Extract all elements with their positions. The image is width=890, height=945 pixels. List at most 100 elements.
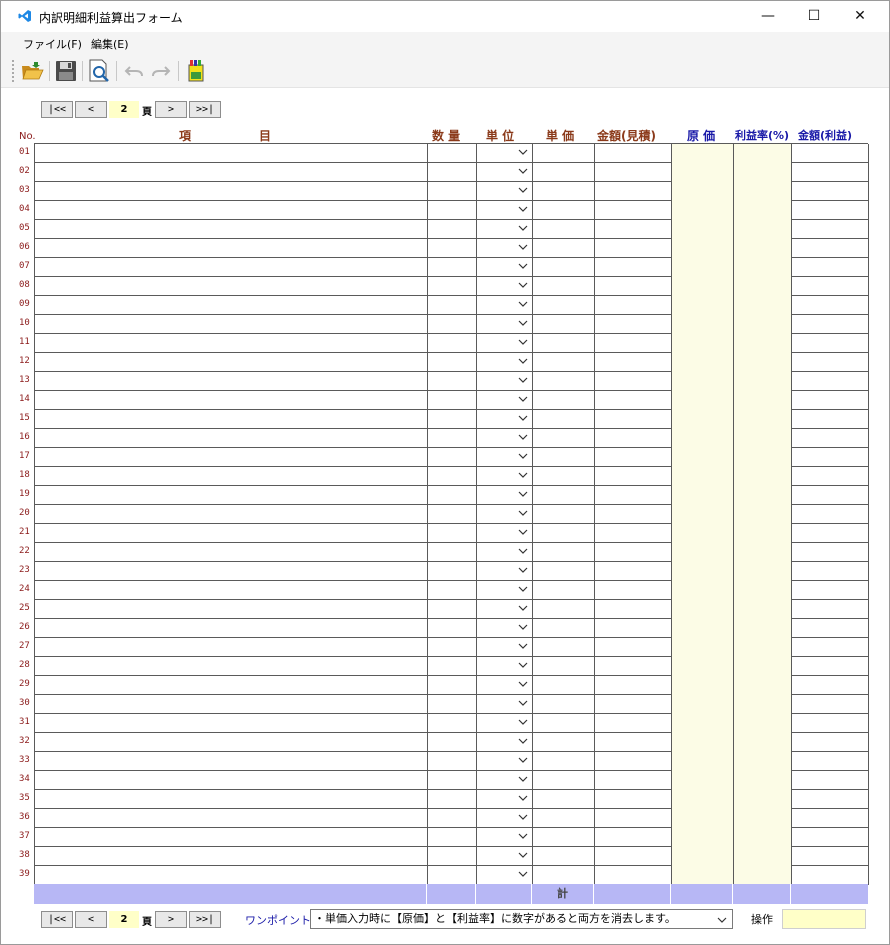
quantity-cell[interactable] (428, 828, 477, 847)
amount-estimate-cell[interactable] (595, 657, 672, 676)
cost-cell[interactable] (672, 828, 734, 847)
quantity-cell[interactable] (428, 163, 477, 182)
profit-rate-cell[interactable] (734, 600, 792, 619)
item-cell[interactable] (35, 182, 428, 201)
cost-cell[interactable] (672, 239, 734, 258)
profit-rate-cell[interactable] (734, 220, 792, 239)
cost-cell[interactable] (672, 315, 734, 334)
profit-rate-cell[interactable] (734, 505, 792, 524)
unit-dropdown[interactable] (477, 239, 533, 258)
amount-profit-cell[interactable] (792, 619, 869, 638)
item-cell[interactable] (35, 467, 428, 486)
cost-cell[interactable] (672, 714, 734, 733)
item-cell[interactable] (35, 410, 428, 429)
item-cell[interactable] (35, 847, 428, 866)
unit-price-cell[interactable] (533, 448, 595, 467)
amount-estimate-cell[interactable] (595, 543, 672, 562)
amount-profit-cell[interactable] (792, 486, 869, 505)
quantity-cell[interactable] (428, 524, 477, 543)
prev-page-button[interactable]: < (75, 911, 107, 928)
profit-rate-cell[interactable] (734, 619, 792, 638)
item-cell[interactable] (35, 144, 428, 163)
cost-cell[interactable] (672, 752, 734, 771)
unit-price-cell[interactable] (533, 144, 595, 163)
quantity-cell[interactable] (428, 258, 477, 277)
amount-estimate-cell[interactable] (595, 296, 672, 315)
item-cell[interactable] (35, 505, 428, 524)
profit-rate-cell[interactable] (734, 448, 792, 467)
first-page-button[interactable]: |<< (41, 911, 73, 928)
quantity-cell[interactable] (428, 410, 477, 429)
amount-profit-cell[interactable] (792, 315, 869, 334)
unit-dropdown[interactable] (477, 201, 533, 220)
amount-profit-cell[interactable] (792, 809, 869, 828)
page-number-field[interactable]: 2 (109, 101, 139, 118)
unit-dropdown[interactable] (477, 695, 533, 714)
unit-price-cell[interactable] (533, 524, 595, 543)
amount-estimate-cell[interactable] (595, 600, 672, 619)
item-cell[interactable] (35, 638, 428, 657)
cost-cell[interactable] (672, 163, 734, 182)
item-cell[interactable] (35, 524, 428, 543)
cost-cell[interactable] (672, 410, 734, 429)
quantity-cell[interactable] (428, 391, 477, 410)
profit-rate-cell[interactable] (734, 163, 792, 182)
maximize-button[interactable]: ☐ (791, 1, 837, 32)
amount-profit-cell[interactable] (792, 144, 869, 163)
item-cell[interactable] (35, 600, 428, 619)
quantity-cell[interactable] (428, 144, 477, 163)
unit-price-cell[interactable] (533, 733, 595, 752)
amount-estimate-cell[interactable] (595, 828, 672, 847)
unit-dropdown[interactable] (477, 657, 533, 676)
unit-price-cell[interactable] (533, 163, 595, 182)
unit-dropdown[interactable] (477, 429, 533, 448)
cost-cell[interactable] (672, 258, 734, 277)
unit-price-cell[interactable] (533, 828, 595, 847)
unit-price-cell[interactable] (533, 847, 595, 866)
item-cell[interactable] (35, 353, 428, 372)
quantity-cell[interactable] (428, 600, 477, 619)
unit-dropdown[interactable] (477, 562, 533, 581)
toolbar-grip[interactable] (12, 60, 14, 82)
cost-cell[interactable] (672, 353, 734, 372)
profit-rate-cell[interactable] (734, 239, 792, 258)
unit-price-cell[interactable] (533, 486, 595, 505)
amount-estimate-cell[interactable] (595, 486, 672, 505)
item-cell[interactable] (35, 828, 428, 847)
item-cell[interactable] (35, 258, 428, 277)
open-folder-icon[interactable] (20, 59, 44, 83)
unit-dropdown[interactable] (477, 714, 533, 733)
amount-profit-cell[interactable] (792, 562, 869, 581)
unit-price-cell[interactable] (533, 334, 595, 353)
unit-price-cell[interactable] (533, 277, 595, 296)
menu-file[interactable]: ファイル(F) (23, 36, 82, 52)
unit-dropdown[interactable] (477, 847, 533, 866)
profit-rate-cell[interactable] (734, 258, 792, 277)
first-page-button[interactable]: |<< (41, 101, 73, 118)
amount-profit-cell[interactable] (792, 676, 869, 695)
amount-profit-cell[interactable] (792, 429, 869, 448)
cost-cell[interactable] (672, 144, 734, 163)
menu-edit[interactable]: 編集(E) (91, 36, 129, 52)
profit-rate-cell[interactable] (734, 581, 792, 600)
amount-profit-cell[interactable] (792, 448, 869, 467)
cost-cell[interactable] (672, 372, 734, 391)
cost-cell[interactable] (672, 600, 734, 619)
amount-estimate-cell[interactable] (595, 733, 672, 752)
cost-cell[interactable] (672, 657, 734, 676)
profit-rate-cell[interactable] (734, 657, 792, 676)
unit-dropdown[interactable] (477, 600, 533, 619)
cost-cell[interactable] (672, 847, 734, 866)
cost-cell[interactable] (672, 486, 734, 505)
profit-rate-cell[interactable] (734, 828, 792, 847)
unit-price-cell[interactable] (533, 809, 595, 828)
minimize-button[interactable]: — (745, 1, 791, 32)
profit-rate-cell[interactable] (734, 733, 792, 752)
amount-estimate-cell[interactable] (595, 562, 672, 581)
cost-cell[interactable] (672, 695, 734, 714)
unit-price-cell[interactable] (533, 372, 595, 391)
quantity-cell[interactable] (428, 429, 477, 448)
profit-rate-cell[interactable] (734, 315, 792, 334)
prev-page-button[interactable]: < (75, 101, 107, 118)
amount-profit-cell[interactable] (792, 714, 869, 733)
